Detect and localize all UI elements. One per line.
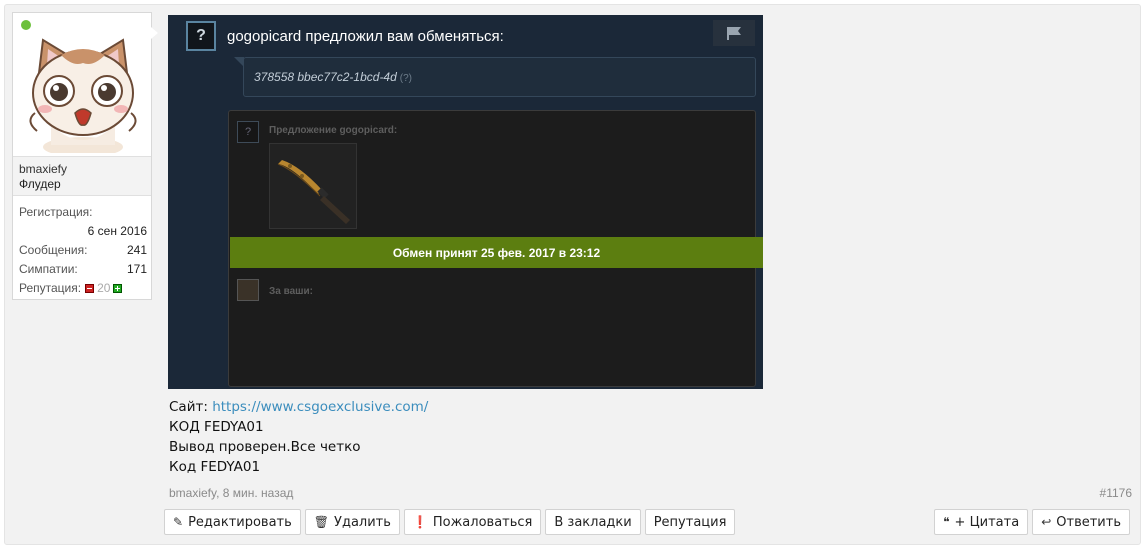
bookmark-button[interactable]: В закладки bbox=[545, 509, 641, 535]
pencil-icon: ✎ bbox=[173, 515, 184, 529]
reply-icon: ↩ bbox=[1041, 515, 1052, 529]
delete-label: Удалить bbox=[334, 514, 391, 530]
trade-title: gogopicard предложил вам обменяться: bbox=[227, 28, 504, 45]
delete-button[interactable]: 🗑 Удалить bbox=[304, 509, 400, 535]
reputation-widget: 20 bbox=[85, 279, 123, 298]
trade-message-text: 378558 bbec77c2-1bcd-4d bbox=[254, 70, 397, 84]
forum-post: bmaxiefy Флудер Регистрация: 6 сен 2016 … bbox=[4, 4, 1141, 545]
trash-icon: 🗑 bbox=[313, 515, 330, 529]
reputation-button-label: Репутация bbox=[653, 514, 727, 530]
registration-value: 6 сен 2016 bbox=[87, 224, 147, 238]
trade-accepted-banner: Обмен принят 25 фев. 2017 в 23:12 bbox=[230, 237, 763, 268]
post-body: Сайт: https://www.csgoexclusive.com/ КОД… bbox=[169, 397, 428, 477]
reputation-button[interactable]: Репутация bbox=[644, 509, 736, 535]
reply-label: Ответить bbox=[1056, 514, 1121, 530]
likes-value: 171 bbox=[126, 262, 147, 276]
quote-button[interactable]: ❝ + Цитата bbox=[934, 509, 1029, 535]
post-number[interactable]: #1176 bbox=[1100, 486, 1132, 500]
offer-label: Предложение gogopicard: bbox=[269, 125, 398, 136]
username-box: bmaxiefy Флудер bbox=[13, 156, 151, 196]
post-meta[interactable]: bmaxiefy, 8 мин. назад bbox=[169, 486, 293, 500]
site-label: Сайт: bbox=[169, 399, 213, 415]
registration-label: Регистрация: bbox=[19, 205, 93, 219]
yours-label: За ваши: bbox=[269, 286, 313, 297]
message-hint: (?) bbox=[399, 73, 413, 84]
user-stats: Регистрация: 6 сен 2016 Сообщения: 241 Си… bbox=[19, 203, 147, 298]
reply-button[interactable]: ↩ Ответить bbox=[1032, 509, 1130, 535]
trade-message: 378558 bbec77c2-1bcd-4d (?) bbox=[243, 57, 756, 97]
post-actions: ✎ Редактировать 🗑 Удалить ❗ Пожаловаться… bbox=[164, 509, 736, 535]
reputation-label: Репутация: bbox=[19, 281, 82, 295]
quote-label: + Цитата bbox=[954, 514, 1020, 530]
bookmark-label: В закладки bbox=[554, 514, 632, 530]
unknown-avatar-icon: ? bbox=[186, 21, 216, 51]
warning-icon: ❗ bbox=[412, 515, 428, 529]
post-line-2: КОД FEDYA01 bbox=[169, 419, 264, 435]
post-line-3: Вывод проверен.Все четко bbox=[169, 439, 361, 455]
site-link[interactable]: https://www.csgoexclusive.com/ bbox=[212, 399, 428, 415]
flag-button bbox=[713, 20, 755, 46]
messages-value[interactable]: 241 bbox=[127, 241, 147, 260]
avatar[interactable] bbox=[21, 35, 145, 153]
quote-icon: ❝ bbox=[943, 515, 950, 529]
my-avatar bbox=[237, 279, 259, 301]
reputation-plus-icon[interactable] bbox=[113, 284, 123, 293]
username[interactable]: bmaxiefy bbox=[19, 162, 151, 177]
post-actions-right: ❝ + Цитата ↩ Ответить bbox=[934, 509, 1130, 535]
partner-avatar-icon: ? bbox=[237, 121, 259, 143]
report-button[interactable]: ❗ Пожаловаться bbox=[403, 509, 542, 535]
reputation-minus-icon[interactable] bbox=[85, 284, 95, 293]
edit-button[interactable]: ✎ Редактировать bbox=[164, 509, 301, 535]
edit-label: Редактировать bbox=[188, 514, 292, 530]
messages-label: Сообщения: bbox=[19, 243, 88, 257]
reputation-value: 20 bbox=[97, 281, 111, 295]
item-slot bbox=[269, 143, 357, 229]
post-line-site: Сайт: https://www.csgoexclusive.com/ bbox=[169, 397, 428, 417]
trade-screenshot[interactable]: ? gogopicard предложил вам обменяться: 3… bbox=[168, 15, 763, 389]
post-line-4: Код FEDYA01 bbox=[169, 459, 261, 475]
online-indicator bbox=[21, 20, 31, 30]
user-card: bmaxiefy Флудер Регистрация: 6 сен 2016 … bbox=[12, 12, 158, 300]
likes-label: Симпатии: bbox=[19, 262, 78, 276]
flag-icon bbox=[727, 27, 741, 40]
knife-icon bbox=[277, 160, 350, 224]
user-title: Флудер bbox=[19, 177, 61, 191]
report-label: Пожаловаться bbox=[432, 514, 533, 530]
